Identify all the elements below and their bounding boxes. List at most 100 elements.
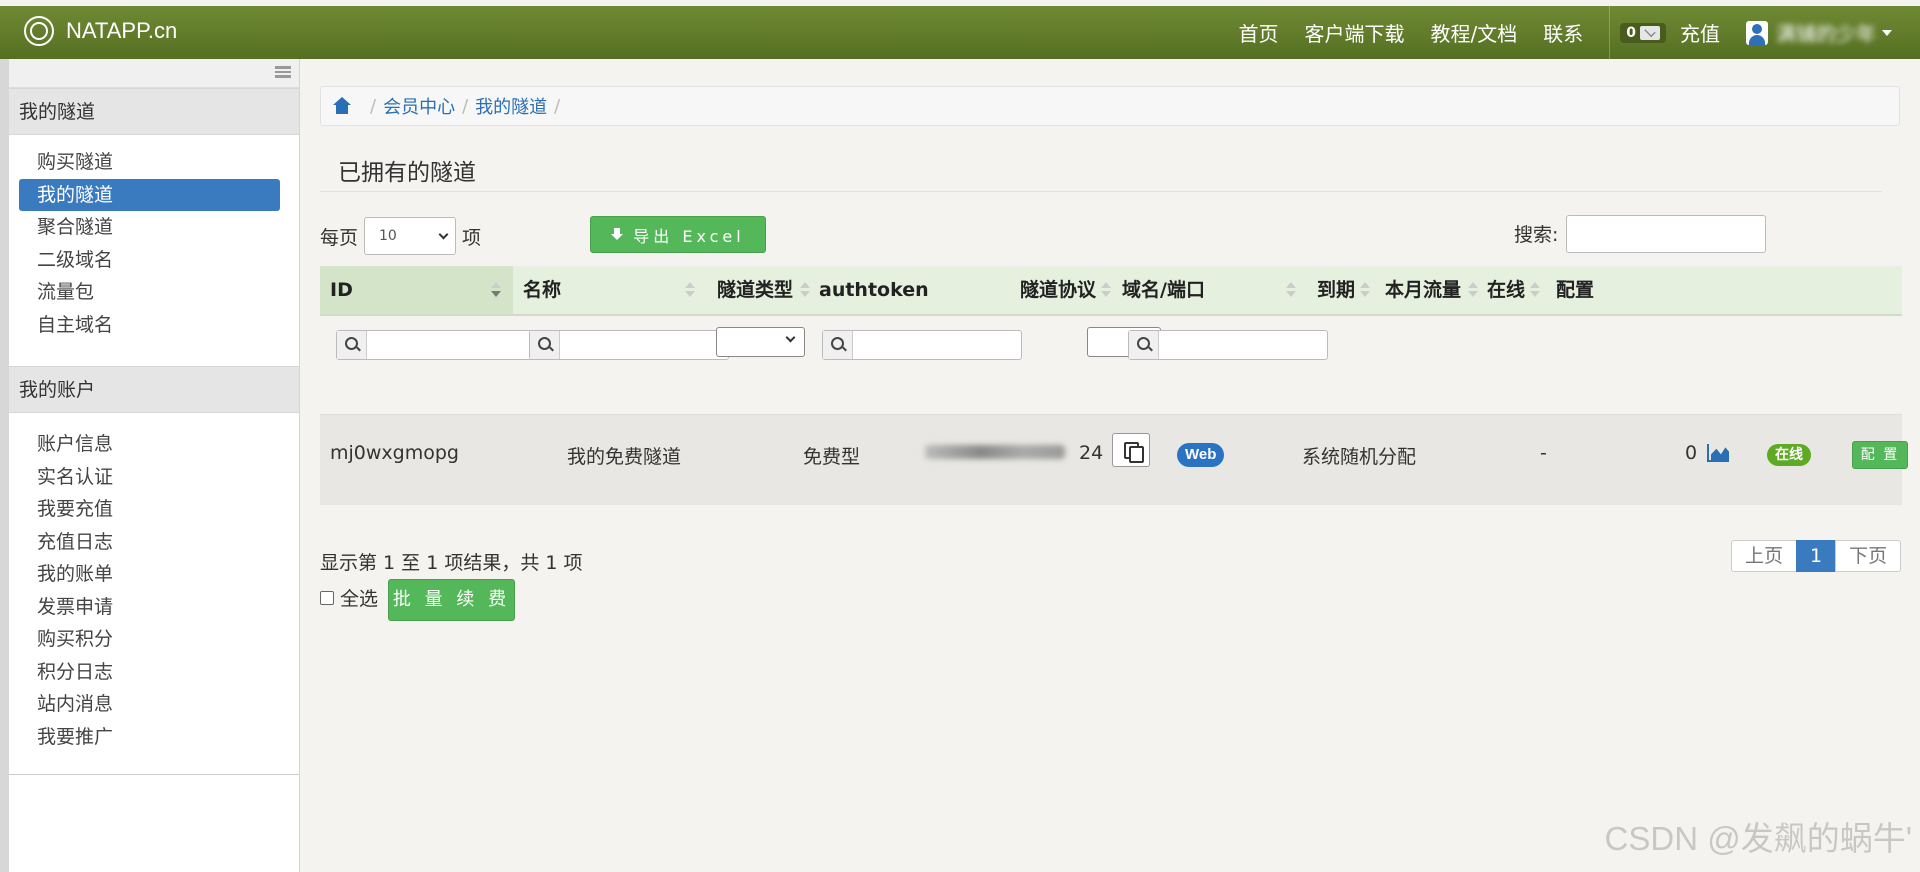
filter-id-input[interactable] xyxy=(336,330,536,360)
column-id[interactable]: ID xyxy=(320,266,513,314)
batch-renew-button[interactable]: 批 量 续 费 xyxy=(388,579,515,621)
sort-icon xyxy=(1101,280,1111,300)
breadcrumb: / 会员中心 / 我的隧道 / xyxy=(320,86,1900,126)
column-label: authtoken xyxy=(819,279,929,301)
sidebar-item-custom-domain[interactable]: 自主域名 xyxy=(9,309,299,342)
nav-download[interactable]: 客户端下载 xyxy=(1305,18,1405,47)
sort-icon xyxy=(1530,280,1540,300)
sort-desc-icon xyxy=(491,280,501,300)
sidebar-section-tunnels[interactable]: 我的隧道 xyxy=(9,88,299,135)
sidebar-item-recharge[interactable]: 我要充值 xyxy=(9,493,299,526)
chevron-down-icon[interactable] xyxy=(1882,29,1892,36)
column-label: 本月流量 xyxy=(1385,279,1462,301)
sidebar-item-subdomain[interactable]: 二级域名 xyxy=(9,244,299,277)
sidebar-item-aggregate-tunnel[interactable]: 聚合隧道 xyxy=(9,211,299,244)
search-icon xyxy=(823,331,853,359)
sidebar-item-traffic-pack[interactable]: 流量包 xyxy=(9,276,299,309)
next-page-button[interactable]: 下页 xyxy=(1835,540,1902,572)
column-expire[interactable]: 到期 xyxy=(1307,266,1370,314)
per-page-value: 10 xyxy=(379,228,397,244)
filter-name-input[interactable] xyxy=(529,330,729,360)
sidebar-item-real-name[interactable]: 实名认证 xyxy=(9,461,299,494)
filter-domain-input[interactable] xyxy=(1128,330,1328,360)
brand[interactable]: NATAPP.cn xyxy=(24,16,177,46)
column-label: 隧道协议 xyxy=(1020,279,1097,301)
message-badge[interactable]: 0 xyxy=(1620,22,1666,43)
sidebar-item-bills[interactable]: 我的账单 xyxy=(9,558,299,591)
sidebar-item-invoice[interactable]: 发票申请 xyxy=(9,591,299,624)
pagination: 上页 1 下页 xyxy=(1731,540,1902,572)
sidebar-item-my-tunnels[interactable]: 我的隧道 xyxy=(19,178,280,211)
result-info: 显示第 1 至 1 项结果，共 1 项 xyxy=(320,552,583,574)
cell-type: 免费型 xyxy=(803,446,861,468)
search-input[interactable] xyxy=(1566,215,1766,253)
online-badge: 在线 xyxy=(1767,444,1811,466)
column-label: 域名/端口 xyxy=(1122,279,1205,301)
title-divider xyxy=(320,191,1882,192)
traffic-chart-icon[interactable] xyxy=(1707,444,1729,462)
breadcrumb-separator: / xyxy=(554,95,561,117)
watermark: CSDN @发飙的蜗牛' xyxy=(1604,820,1912,857)
authtoken-redacted xyxy=(925,445,1065,459)
sort-icon xyxy=(1286,280,1296,300)
copy-icon[interactable] xyxy=(1112,433,1150,467)
column-type[interactable]: 隧道类型 xyxy=(707,266,810,314)
breadcrumb-member-center[interactable]: 会员中心 xyxy=(383,93,455,119)
select-all-label: 全选 xyxy=(340,588,379,610)
sidebar-item-messages[interactable]: 站内消息 xyxy=(9,688,299,721)
column-authtoken: authtoken xyxy=(809,266,1010,314)
protocol-badge: Web xyxy=(1177,443,1225,467)
search-icon xyxy=(530,331,560,359)
column-label: 到期 xyxy=(1317,279,1356,301)
sidebar-item-points-log[interactable]: 积分日志 xyxy=(9,656,299,689)
filter-authtoken-input[interactable] xyxy=(822,330,1022,360)
cell-traffic: 0 xyxy=(1685,442,1698,464)
sort-icon xyxy=(1360,280,1370,300)
top-navbar: NATAPP.cn 首页 客户端下载 教程/文档 联系 0 充值 满铺的少年 xyxy=(0,6,1920,59)
cell-expire: - xyxy=(1540,442,1547,464)
config-button[interactable]: 配 置 xyxy=(1852,441,1908,469)
page-1-button[interactable]: 1 xyxy=(1796,540,1837,572)
prev-page-button[interactable]: 上页 xyxy=(1731,540,1798,572)
chevron-down-icon xyxy=(438,229,449,239)
download-icon xyxy=(611,227,624,242)
username[interactable]: 满铺的少年 xyxy=(1776,18,1876,47)
select-all-checkbox[interactable] xyxy=(320,590,334,605)
column-label: 在线 xyxy=(1487,279,1526,301)
sidebar-section-account[interactable]: 我的账户 xyxy=(9,366,299,413)
breadcrumb-my-tunnels[interactable]: 我的隧道 xyxy=(475,93,547,119)
user-icon xyxy=(1746,20,1768,45)
sidebar-item-recharge-log[interactable]: 充值日志 xyxy=(9,526,299,559)
column-label: 隧道类型 xyxy=(717,279,794,301)
column-label: ID xyxy=(330,279,353,301)
menu-icon[interactable] xyxy=(275,66,291,78)
nav-docs[interactable]: 教程/文档 xyxy=(1431,18,1518,47)
nav-home[interactable]: 首页 xyxy=(1239,18,1279,47)
mail-icon xyxy=(1640,25,1660,40)
column-online[interactable]: 在线 xyxy=(1477,266,1540,314)
sidebar-item-buy-points[interactable]: 购买积分 xyxy=(9,623,299,656)
search-label: 搜索: xyxy=(1514,224,1559,246)
page-title: 已拥有的隧道 xyxy=(338,160,476,186)
sidebar-item-account-info[interactable]: 账户信息 xyxy=(9,428,299,461)
sidebar-item-promote[interactable]: 我要推广 xyxy=(9,721,299,754)
column-domain[interactable]: 域名/端口 xyxy=(1112,266,1308,314)
export-excel-button[interactable]: 导出 Excel xyxy=(590,216,766,253)
breadcrumb-separator: / xyxy=(370,95,377,117)
column-config: 配置 xyxy=(1546,266,1626,314)
breadcrumb-separator: / xyxy=(462,95,469,117)
column-protocol[interactable]: 隧道协议 xyxy=(1010,266,1111,314)
sidebar-toggle[interactable] xyxy=(9,59,299,88)
brand-name: NATAPP.cn xyxy=(66,18,178,43)
filter-type-select[interactable] xyxy=(716,327,805,357)
select-all[interactable]: 全选 xyxy=(320,584,378,611)
home-icon[interactable] xyxy=(333,97,351,115)
nav-contact[interactable]: 联系 xyxy=(1543,18,1583,47)
sidebar-strip xyxy=(0,59,9,872)
column-name[interactable]: 名称 xyxy=(513,266,707,314)
nav-recharge[interactable]: 充值 xyxy=(1680,18,1720,47)
sidebar-item-buy-tunnel[interactable]: 购买隧道 xyxy=(9,146,299,179)
column-traffic[interactable]: 本月流量 xyxy=(1375,266,1478,314)
search-icon xyxy=(1129,331,1159,359)
per-page-select[interactable]: 10 xyxy=(364,217,457,255)
